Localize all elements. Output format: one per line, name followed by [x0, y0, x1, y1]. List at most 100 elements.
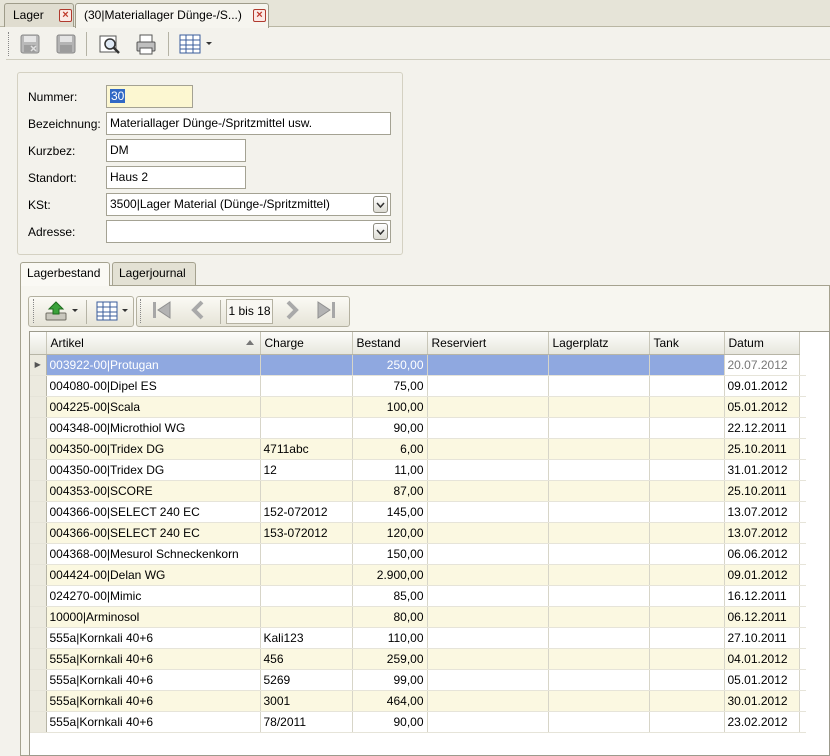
- cell-bestand[interactable]: 6,00: [352, 438, 428, 460]
- cell-tank[interactable]: [649, 543, 725, 565]
- table-row[interactable]: 555a|Kornkali 40+6 3001 464,00 30.01.2012: [30, 690, 806, 712]
- print-preview-button[interactable]: [96, 31, 124, 57]
- cell-datum[interactable]: 06.12.2011: [724, 606, 800, 628]
- cell-reserviert[interactable]: [427, 501, 549, 523]
- column-header-datum[interactable]: Datum: [724, 332, 800, 355]
- last-page-button[interactable]: [312, 297, 340, 323]
- row-selector[interactable]: [30, 438, 47, 460]
- table-row[interactable]: 004353-00|SCORE 87,00 25.10.2011: [30, 480, 806, 502]
- tab-lager[interactable]: Lager ×: [4, 3, 74, 27]
- cell-artikel[interactable]: 555a|Kornkali 40+6: [46, 627, 261, 649]
- cell-datum[interactable]: 06.06.2012: [724, 543, 800, 565]
- cell-reserviert[interactable]: [427, 438, 549, 460]
- bezeichnung-field[interactable]: Materiallager Dünge-/Spritzmittel usw.: [106, 112, 391, 135]
- cell-tank[interactable]: [649, 501, 725, 523]
- cell-charge[interactable]: [260, 543, 353, 565]
- cell-reserviert[interactable]: [427, 585, 549, 607]
- next-page-button[interactable]: [278, 297, 306, 323]
- row-selector[interactable]: [30, 543, 47, 565]
- cell-reserviert[interactable]: [427, 375, 549, 397]
- cell-lagerplatz[interactable]: [548, 711, 650, 733]
- cell-charge[interactable]: Kali123: [260, 627, 353, 649]
- row-selector[interactable]: [30, 690, 47, 712]
- cell-reserviert[interactable]: [427, 354, 549, 376]
- cell-lagerplatz[interactable]: [548, 564, 650, 586]
- cell-tank[interactable]: [649, 564, 725, 586]
- first-page-button[interactable]: [148, 297, 176, 323]
- cell-tank[interactable]: [649, 648, 725, 670]
- cell-artikel[interactable]: 555a|Kornkali 40+6: [46, 711, 261, 733]
- cell-charge[interactable]: [260, 396, 353, 418]
- cell-tank[interactable]: [649, 585, 725, 607]
- cell-charge[interactable]: 78/2011: [260, 711, 353, 733]
- close-icon[interactable]: ×: [253, 9, 266, 22]
- cell-charge[interactable]: [260, 480, 353, 502]
- print-button[interactable]: [132, 31, 160, 57]
- table-row[interactable]: 004366-00|SELECT 240 EC 152-072012 145,00 1…: [30, 501, 806, 523]
- row-selector[interactable]: [30, 417, 47, 439]
- cell-artikel[interactable]: 004350-00|Tridex DG: [46, 459, 261, 481]
- row-selector[interactable]: [30, 585, 47, 607]
- cell-reserviert[interactable]: [427, 396, 549, 418]
- cell-bestand[interactable]: 85,00: [352, 585, 428, 607]
- cell-bestand[interactable]: 110,00: [352, 627, 428, 649]
- cell-datum[interactable]: 05.01.2012: [724, 669, 800, 691]
- tab-materiallager[interactable]: (30|Materiallager Dünge-/S...) ×: [75, 3, 269, 28]
- cell-reserviert[interactable]: [427, 711, 549, 733]
- cell-datum[interactable]: 13.07.2012: [724, 522, 800, 544]
- cell-tank[interactable]: [649, 522, 725, 544]
- nummer-field[interactable]: 30: [106, 85, 193, 108]
- column-header-charge[interactable]: Charge: [260, 332, 353, 355]
- cell-artikel[interactable]: 555a|Kornkali 40+6: [46, 669, 261, 691]
- cell-lagerplatz[interactable]: [548, 690, 650, 712]
- export-dropdown-button[interactable]: [40, 297, 82, 325]
- cell-bestand[interactable]: 80,00: [352, 606, 428, 628]
- cell-tank[interactable]: [649, 459, 725, 481]
- cell-tank[interactable]: [649, 375, 725, 397]
- cell-artikel[interactable]: 004368-00|Mesurol Schneckenkorn: [46, 543, 261, 565]
- row-selector[interactable]: [30, 606, 47, 628]
- cell-reserviert[interactable]: [427, 417, 549, 439]
- cell-datum[interactable]: 09.01.2012: [724, 375, 800, 397]
- table-row[interactable]: 024270-00|Mimic 85,00 16.12.2011: [30, 585, 806, 607]
- cell-artikel[interactable]: 555a|Kornkali 40+6: [46, 648, 261, 670]
- table-row[interactable]: 004350-00|Tridex DG 4711abc 6,00 25.10.2011: [30, 438, 806, 460]
- cell-bestand[interactable]: 250,00: [352, 354, 428, 376]
- cell-charge[interactable]: 456: [260, 648, 353, 670]
- cell-tank[interactable]: [649, 711, 725, 733]
- table-row[interactable]: 555a|Kornkali 40+6 78/2011 90,00 23.02.2012: [30, 711, 806, 733]
- table-row[interactable]: ▶ 003922-00|Protugan 250,00 20.07.2012: [30, 354, 806, 376]
- cell-bestand[interactable]: 150,00: [352, 543, 428, 565]
- cell-lagerplatz[interactable]: [548, 669, 650, 691]
- table-row[interactable]: 004368-00|Mesurol Schneckenkorn 150,00 06.…: [30, 543, 806, 565]
- column-header-lagerplatz[interactable]: Lagerplatz: [548, 332, 650, 355]
- kst-combobox[interactable]: 3500|Lager Material (Dünge-/Spritzmittel…: [106, 193, 391, 216]
- cell-reserviert[interactable]: [427, 627, 549, 649]
- current-row-indicator-icon[interactable]: ▶: [30, 354, 47, 376]
- row-selector[interactable]: [30, 480, 47, 502]
- cell-lagerplatz[interactable]: [548, 354, 650, 376]
- cell-charge[interactable]: 12: [260, 459, 353, 481]
- cell-lagerplatz[interactable]: [548, 585, 650, 607]
- cell-datum[interactable]: 16.12.2011: [724, 585, 800, 607]
- row-selector[interactable]: [30, 711, 47, 733]
- cell-charge[interactable]: [260, 585, 353, 607]
- row-selector[interactable]: [30, 648, 47, 670]
- cell-datum[interactable]: 13.07.2012: [724, 501, 800, 523]
- cell-bestand[interactable]: 90,00: [352, 417, 428, 439]
- row-selector[interactable]: [30, 522, 47, 544]
- cell-artikel[interactable]: 004225-00|Scala: [46, 396, 261, 418]
- cell-lagerplatz[interactable]: [548, 606, 650, 628]
- tab-lagerjournal[interactable]: Lagerjournal: [112, 262, 196, 285]
- cell-charge[interactable]: [260, 375, 353, 397]
- column-header-bestand[interactable]: Bestand: [352, 332, 428, 355]
- cell-bestand[interactable]: 120,00: [352, 522, 428, 544]
- column-header-tank[interactable]: Tank: [649, 332, 725, 355]
- kurzbez-field[interactable]: DM: [106, 139, 246, 162]
- cell-reserviert[interactable]: [427, 564, 549, 586]
- previous-page-button[interactable]: [184, 297, 212, 323]
- cell-artikel[interactable]: 004366-00|SELECT 240 EC: [46, 522, 261, 544]
- cell-datum[interactable]: 23.02.2012: [724, 711, 800, 733]
- column-header-artikel[interactable]: Artikel: [46, 332, 261, 355]
- cell-datum[interactable]: 25.10.2011: [724, 480, 800, 502]
